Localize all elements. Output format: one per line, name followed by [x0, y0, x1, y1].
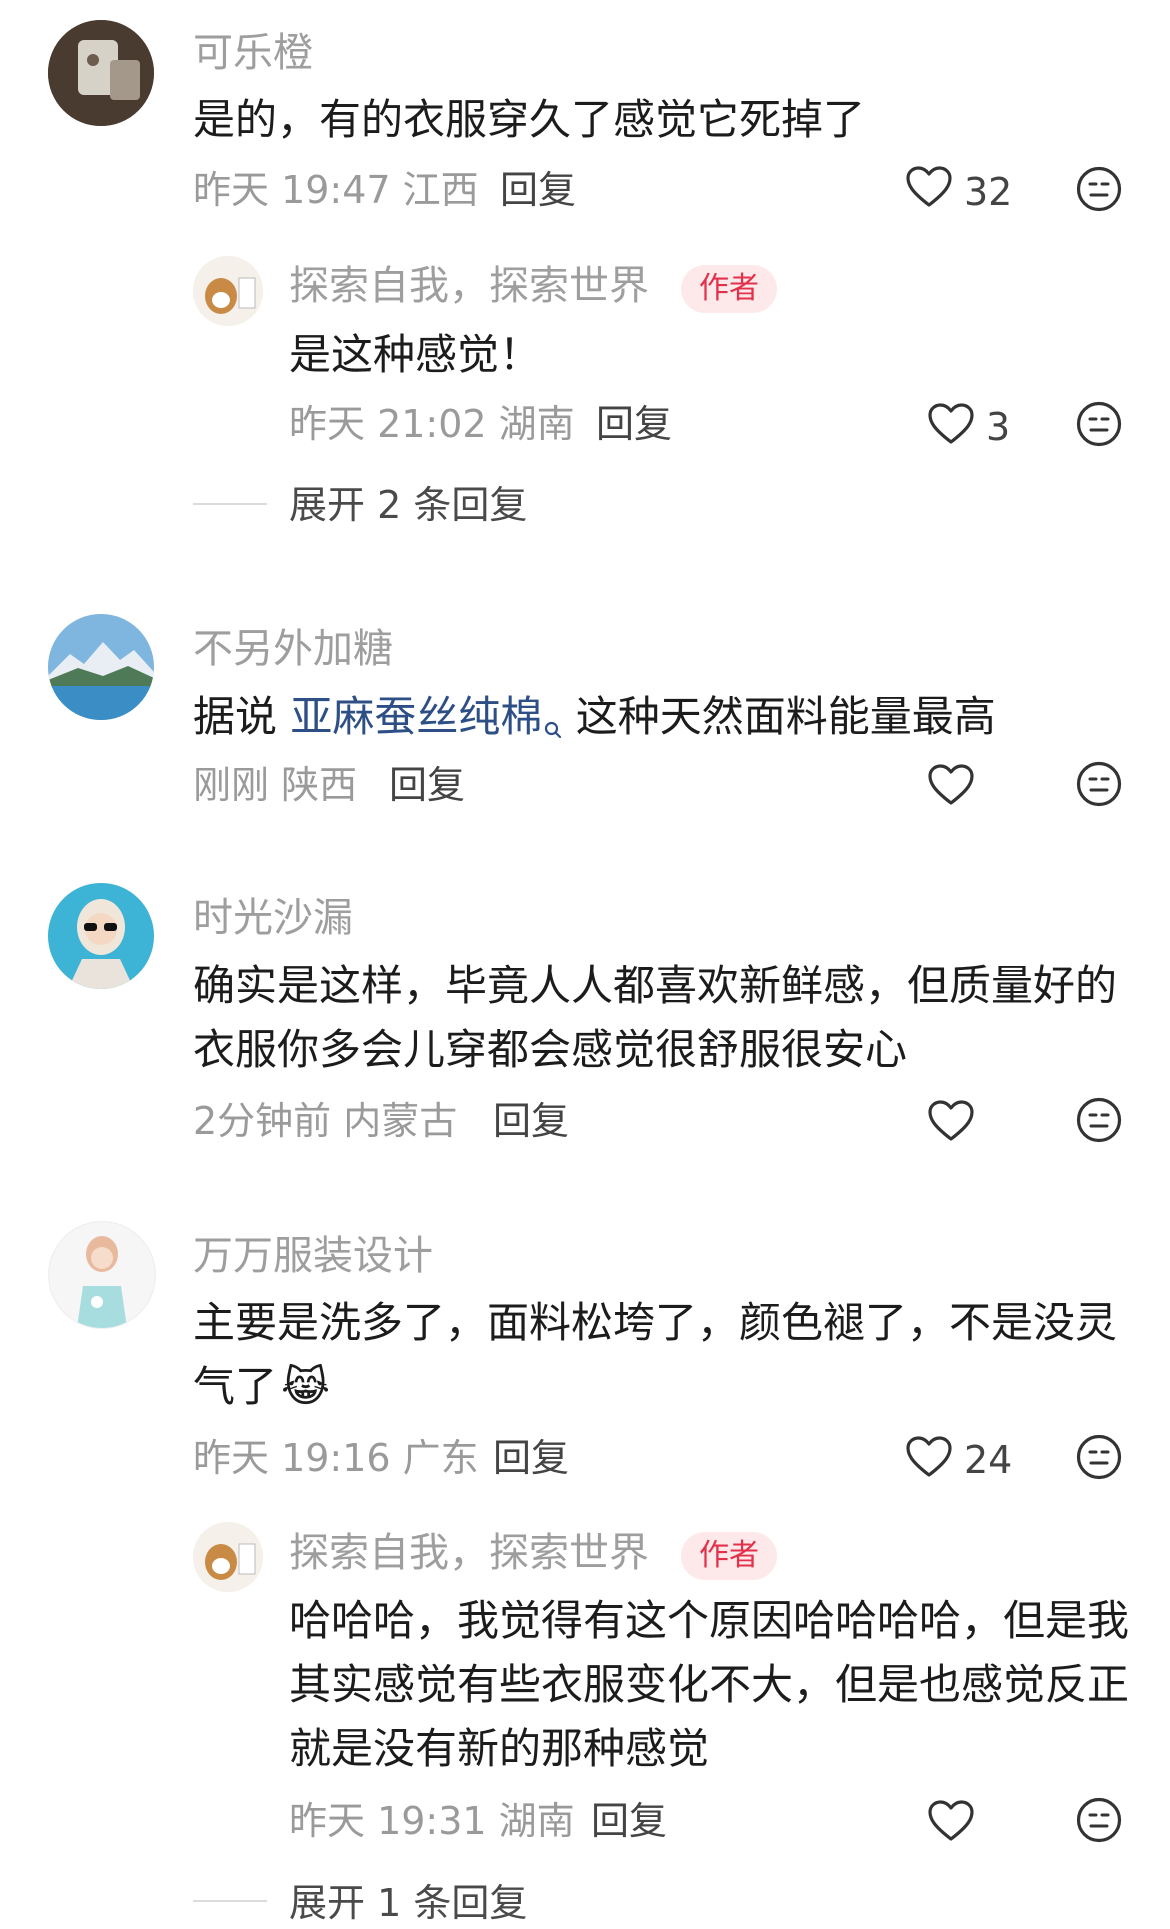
reply-text-line: 哈哈哈，我觉得有这个原因哈哈哈哈，但是我	[289, 1596, 1130, 1645]
person-avatar-image	[48, 883, 154, 989]
comment-author[interactable]: 万万服装设计	[193, 1236, 433, 1276]
neutral-face-icon[interactable]	[1076, 761, 1122, 811]
text-prefix: 据说	[193, 692, 291, 741]
neutral-face-icon[interactable]	[1076, 1097, 1122, 1147]
comment-meta: 昨天 19:16 广东	[193, 1436, 479, 1480]
avatar[interactable]	[193, 256, 263, 326]
expand-replies-button[interactable]: 展开 1 条回复	[289, 1884, 527, 1922]
comment-text: 是的，有的衣服穿久了感觉它死掉了	[193, 95, 866, 144]
like-count: 24	[964, 1438, 1013, 1482]
comment-text: 气了	[193, 1362, 278, 1411]
text-suffix: 这种天然面料能量最高	[562, 692, 996, 741]
reply-author[interactable]: 探索自我，探索世界	[289, 1533, 649, 1573]
search-link[interactable]: 亚麻蚕丝纯棉	[290, 692, 562, 741]
reply-meta: 昨天 21:02 湖南	[289, 402, 575, 446]
comment-text-line: 衣服你多会儿穿都会感觉很舒服很安心	[193, 1025, 908, 1074]
girl-avatar-image	[49, 1222, 155, 1328]
neutral-face-icon[interactable]	[1076, 401, 1122, 451]
heart-outline-icon[interactable]	[906, 1436, 952, 1482]
like-count: 32	[964, 170, 1013, 214]
reply-button[interactable]: 回复	[596, 405, 672, 443]
reply-text: 是这种感觉！	[289, 330, 542, 379]
dog-avatar-image	[193, 256, 263, 326]
comment-meta: 刚刚 陕西	[193, 763, 358, 807]
expand-replies-button[interactable]: 展开 2 条回复	[289, 486, 527, 524]
comment-text-line: 确实是这样，毕竟人人都喜欢新鲜感，但质量好的	[193, 961, 1118, 1010]
avatar-image	[48, 20, 154, 126]
neutral-face-icon[interactable]	[1076, 1797, 1122, 1847]
reply-button[interactable]: 回复	[493, 1439, 569, 1477]
search-link-label: 亚麻蚕丝纯棉	[290, 692, 543, 741]
comment-meta: 2分钟前 内蒙古	[193, 1099, 458, 1143]
avatar[interactable]	[48, 883, 154, 989]
search-icon	[544, 694, 562, 760]
avatar[interactable]	[193, 1522, 263, 1592]
author-badge: 作者	[681, 265, 777, 313]
reply-meta: 昨天 19:31 湖南	[289, 1799, 575, 1843]
heart-outline-icon[interactable]	[928, 403, 974, 449]
author-badge: 作者	[681, 1532, 777, 1580]
reply-author[interactable]: 探索自我，探索世界	[289, 266, 649, 306]
comment-text-line: 气了😹	[193, 1354, 330, 1420]
comment-author[interactable]: 时光沙漏	[193, 898, 353, 938]
reply-button[interactable]: 回复	[389, 766, 465, 804]
divider	[193, 1900, 267, 1902]
comment-text-line: 主要是洗多了，面料松垮了，颜色褪了，不是没灵	[193, 1298, 1118, 1347]
neutral-face-icon[interactable]	[1076, 1434, 1122, 1484]
comment-text: 据说 亚麻蚕丝纯棉 这种天然面料能量最高	[193, 684, 996, 760]
heart-outline-icon[interactable]	[906, 166, 952, 212]
avatar[interactable]	[48, 1221, 156, 1329]
reply-text-line: 其实感觉有些衣服变化不大，但是也感觉反正	[289, 1660, 1130, 1709]
mountain-lake-image	[48, 614, 154, 720]
comment-author[interactable]: 不另外加糖	[193, 629, 393, 669]
neutral-face-icon[interactable]	[1076, 166, 1122, 216]
crying-laughing-cat-emoji: 😹	[281, 1362, 331, 1411]
heart-outline-icon[interactable]	[928, 1100, 974, 1146]
comment-author[interactable]: 可乐橙	[193, 33, 313, 73]
like-count: 3	[986, 405, 1011, 449]
dog-avatar-image	[193, 1522, 263, 1592]
reply-button[interactable]: 回复	[500, 171, 576, 209]
avatar[interactable]	[48, 614, 154, 720]
comment-meta: 昨天 19:47 江西	[193, 168, 479, 212]
heart-outline-icon[interactable]	[928, 764, 974, 810]
divider	[193, 503, 267, 505]
reply-button[interactable]: 回复	[591, 1802, 667, 1840]
avatar[interactable]	[48, 20, 154, 126]
heart-outline-icon[interactable]	[928, 1800, 974, 1846]
reply-button[interactable]: 回复	[493, 1102, 569, 1140]
reply-text-line: 就是没有新的那种感觉	[289, 1724, 710, 1773]
